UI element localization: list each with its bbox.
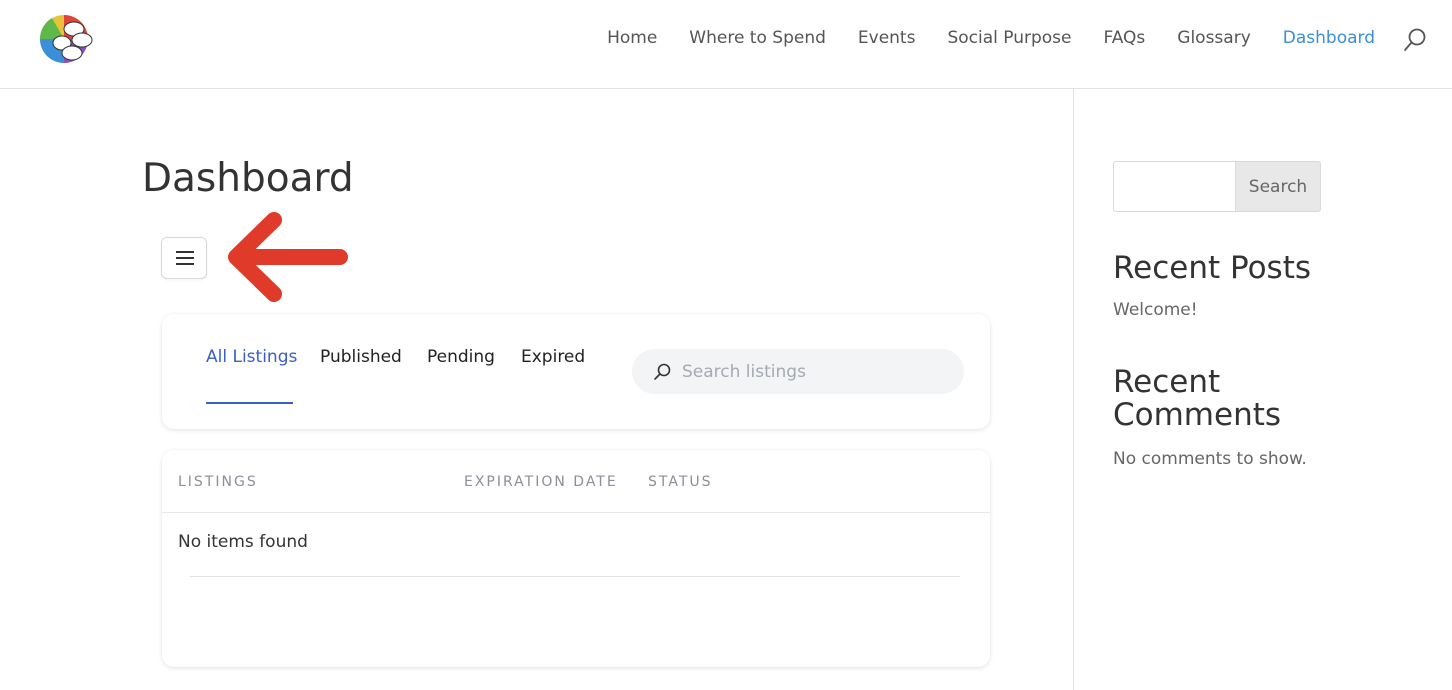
recent-posts-title: Recent Posts	[1113, 250, 1312, 286]
red-arrow-annotation-icon	[228, 212, 348, 302]
empty-table-message: No items found	[178, 532, 308, 552]
tab-expired[interactable]: Expired	[521, 345, 585, 369]
recent-post-link[interactable]: Welcome!	[1113, 300, 1198, 320]
sidebar-divider	[1073, 89, 1074, 690]
recent-posts-list: Welcome!	[1113, 298, 1198, 322]
search-icon	[654, 363, 671, 380]
main-nav: Home Where to Spend Events Social Purpos…	[575, 26, 1375, 50]
search-icon[interactable]	[1403, 27, 1427, 53]
column-header-listings: LISTINGS	[178, 474, 258, 490]
search-listings-input[interactable]	[682, 349, 952, 394]
nav-where-to-spend[interactable]: Where to Spend	[689, 26, 826, 50]
sidebar-search-button[interactable]: Search	[1235, 161, 1321, 212]
sidebar-search-widget: Search	[1113, 161, 1321, 212]
nav-glossary[interactable]: Glossary	[1177, 26, 1250, 50]
recent-comments-title: Recent Comments	[1113, 364, 1282, 433]
nav-social-purpose[interactable]: Social Purpose	[947, 26, 1071, 50]
recent-comments-empty: No comments to show.	[1113, 449, 1307, 469]
listings-tabs-card: All Listings Published Pending Expired	[162, 314, 990, 429]
hamburger-icon-line	[176, 263, 194, 265]
column-header-expiration-date: EXPIRATION DATE	[464, 474, 618, 490]
tab-all-listings[interactable]: All Listings	[206, 345, 297, 369]
tab-published[interactable]: Published	[320, 345, 402, 369]
sidebar-search-input[interactable]	[1113, 161, 1237, 212]
site-header: Home Where to Spend Events Social Purpos…	[0, 0, 1452, 89]
menu-toggle-button[interactable]	[161, 237, 207, 279]
active-tab-underline	[206, 402, 293, 404]
hamburger-icon-line	[176, 251, 194, 253]
colorful-circles-logo[interactable]	[36, 13, 94, 65]
column-header-status: STATUS	[648, 474, 713, 490]
search-listings-box	[632, 349, 964, 394]
page-title: Dashboard	[142, 156, 354, 201]
listings-table-card: LISTINGS EXPIRATION DATE STATUS No items…	[162, 450, 990, 667]
nav-events[interactable]: Events	[858, 26, 916, 50]
nav-faqs[interactable]: FAQs	[1103, 26, 1145, 50]
table-header-divider	[162, 512, 990, 513]
nav-home[interactable]: Home	[607, 26, 657, 50]
hamburger-icon-line	[176, 257, 194, 259]
tab-pending[interactable]: Pending	[427, 345, 495, 369]
nav-dashboard[interactable]: Dashboard	[1283, 26, 1375, 50]
table-row-divider	[190, 576, 960, 577]
